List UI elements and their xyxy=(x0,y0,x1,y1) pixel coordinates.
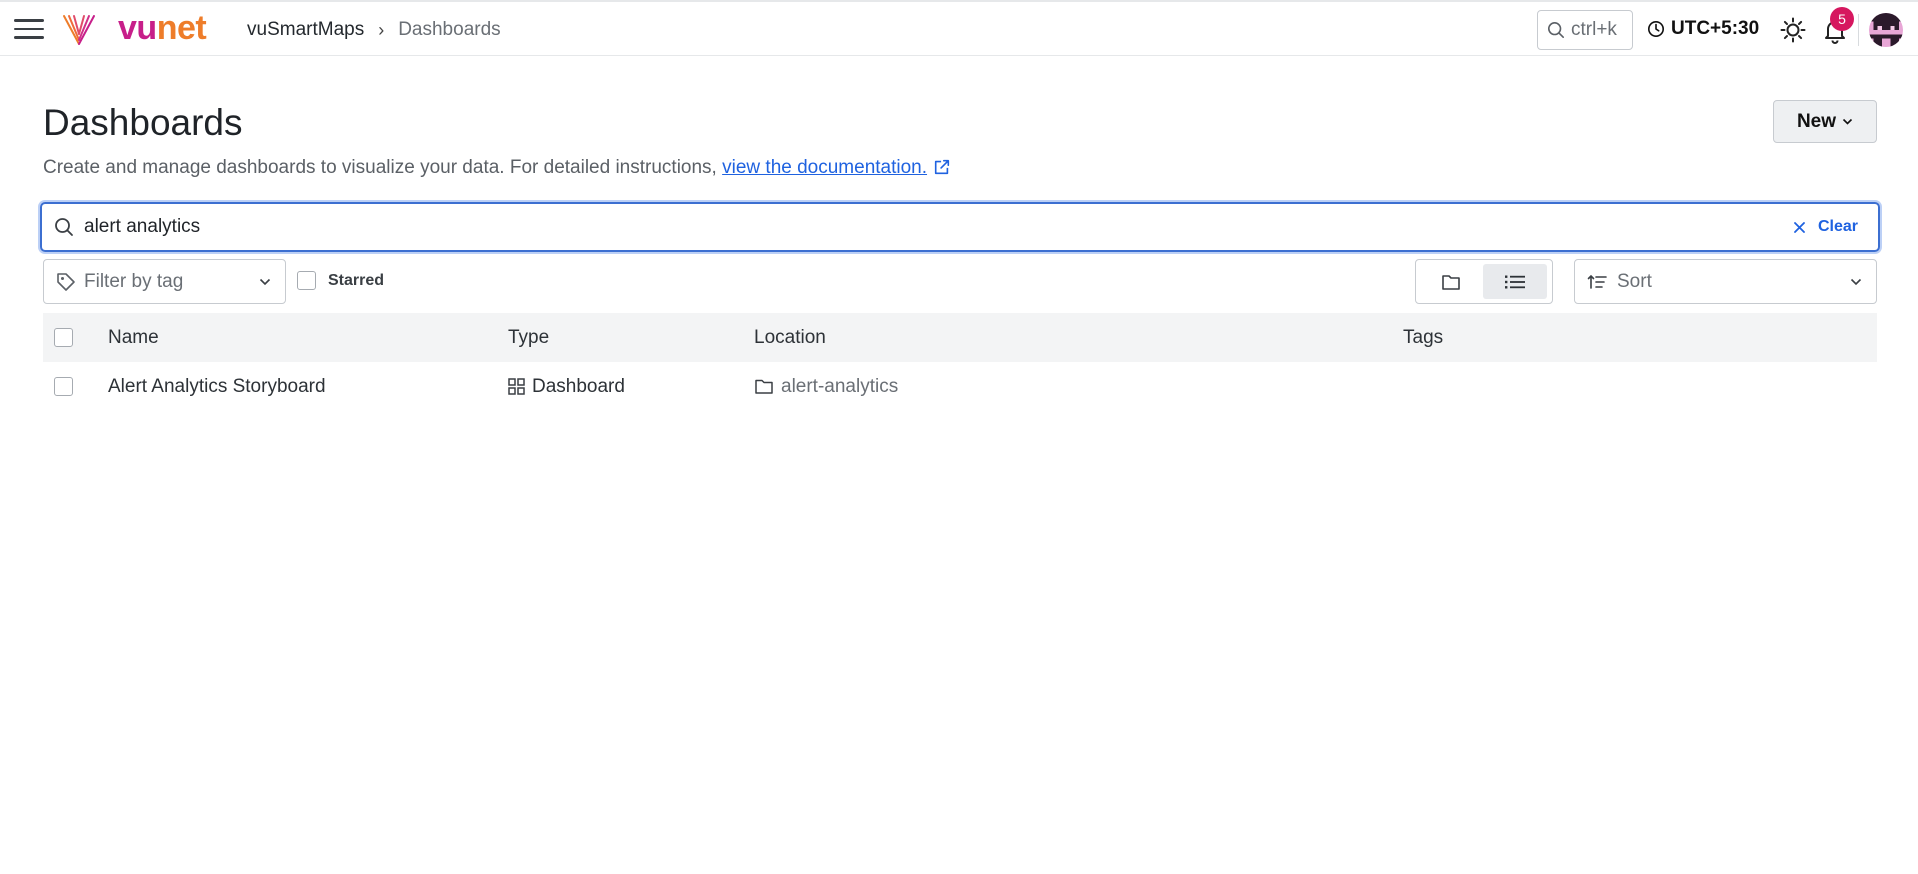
table-row[interactable]: Alert Analytics Storyboard Dashboard ale… xyxy=(43,362,1877,411)
row-checkbox[interactable] xyxy=(54,377,73,396)
folder-icon xyxy=(754,378,774,395)
external-link-icon[interactable] xyxy=(933,158,951,176)
filter-by-tag-placeholder: Filter by tag xyxy=(84,270,184,292)
search-icon xyxy=(1547,21,1565,39)
breadcrumb: vuSmartMaps › Dashboards xyxy=(247,19,501,41)
list-view-button[interactable] xyxy=(1483,264,1547,299)
documentation-link[interactable]: view the documentation. xyxy=(722,157,927,178)
logo-text-net: net xyxy=(156,9,207,47)
top-bar: vunet vuSmartMaps › Dashboards ctrl+k UT… xyxy=(0,0,1918,56)
vunet-logo-icon[interactable] xyxy=(62,12,96,53)
starred-label: Starred xyxy=(328,271,385,289)
column-header-tags: Tags xyxy=(1403,326,1444,348)
breadcrumb-root-link[interactable]: vuSmartMaps xyxy=(247,19,364,41)
breadcrumb-separator-icon: › xyxy=(378,19,385,40)
row-name-cell: Alert Analytics Storyboard xyxy=(108,362,326,411)
row-type-cell: Dashboard xyxy=(508,362,625,411)
user-avatar[interactable] xyxy=(1869,13,1903,47)
close-icon xyxy=(1794,221,1805,233)
clear-search-button[interactable]: Clear xyxy=(1794,218,1858,236)
sort-label: Sort xyxy=(1617,270,1652,292)
new-dashboard-button[interactable]: New xyxy=(1773,100,1877,143)
topbar-divider xyxy=(1858,14,1859,46)
starred-checkbox[interactable] xyxy=(297,271,316,290)
search-shortcut-label: ctrl+k xyxy=(1571,19,1617,40)
page-title: Dashboards xyxy=(43,102,243,143)
row-type-label: Dashboard xyxy=(532,375,625,397)
dashboards-table: Name Type Location Tags Alert Analytics … xyxy=(43,313,1877,411)
select-all-checkbox[interactable] xyxy=(54,328,73,347)
dashboard-search-input[interactable] xyxy=(84,212,1794,242)
folder-view-button[interactable] xyxy=(1419,264,1483,299)
vunet-logo-text[interactable]: vunet xyxy=(118,8,207,48)
sun-icon xyxy=(1780,17,1806,43)
notification-count-badge: 5 xyxy=(1830,7,1854,31)
list-icon xyxy=(1505,275,1525,288)
view-toggle xyxy=(1415,259,1553,304)
sort-select[interactable]: Sort xyxy=(1574,259,1877,304)
starred-filter[interactable]: Starred xyxy=(297,271,384,290)
search-icon xyxy=(55,218,73,236)
logo-text-vu: vu xyxy=(118,9,157,47)
row-location-cell: alert-analytics xyxy=(754,362,898,411)
clear-search-label: Clear xyxy=(1817,218,1858,235)
row-location-label[interactable]: alert-analytics xyxy=(781,376,898,398)
hamburger-menu-button[interactable] xyxy=(14,19,44,41)
dashboard-search-bar: Clear xyxy=(40,202,1880,252)
sort-icon xyxy=(1587,274,1607,289)
row-select-cell xyxy=(54,362,73,411)
clock-icon xyxy=(1647,20,1665,38)
page-description-text: Create and manage dashboards to visualiz… xyxy=(43,157,723,178)
timezone-picker[interactable]: UTC+5:30 xyxy=(1647,18,1759,40)
timezone-label: UTC+5:30 xyxy=(1671,18,1760,39)
chevron-down-icon xyxy=(259,278,271,285)
global-search-button[interactable]: ctrl+k xyxy=(1537,10,1633,50)
select-all-cell xyxy=(54,313,73,362)
column-header-location: Location xyxy=(754,326,826,348)
tag-icon xyxy=(57,272,75,291)
breadcrumb-current: Dashboards xyxy=(398,19,501,40)
page-description: Create and manage dashboards to visualiz… xyxy=(43,157,951,179)
chevron-down-icon xyxy=(1850,278,1862,285)
theme-toggle-button[interactable] xyxy=(1780,17,1806,48)
dashboard-grid-icon xyxy=(508,378,525,395)
new-button-label: New xyxy=(1796,110,1837,132)
table-header: Name Type Location Tags xyxy=(43,313,1877,362)
filter-by-tag-select[interactable]: Filter by tag xyxy=(43,259,286,304)
column-header-type: Type xyxy=(508,326,550,348)
chevron-down-icon xyxy=(1842,118,1853,125)
folder-icon xyxy=(1442,274,1460,290)
column-header-name[interactable]: Name xyxy=(108,313,159,362)
dashboard-name-link[interactable]: Alert Analytics Storyboard xyxy=(108,376,326,398)
